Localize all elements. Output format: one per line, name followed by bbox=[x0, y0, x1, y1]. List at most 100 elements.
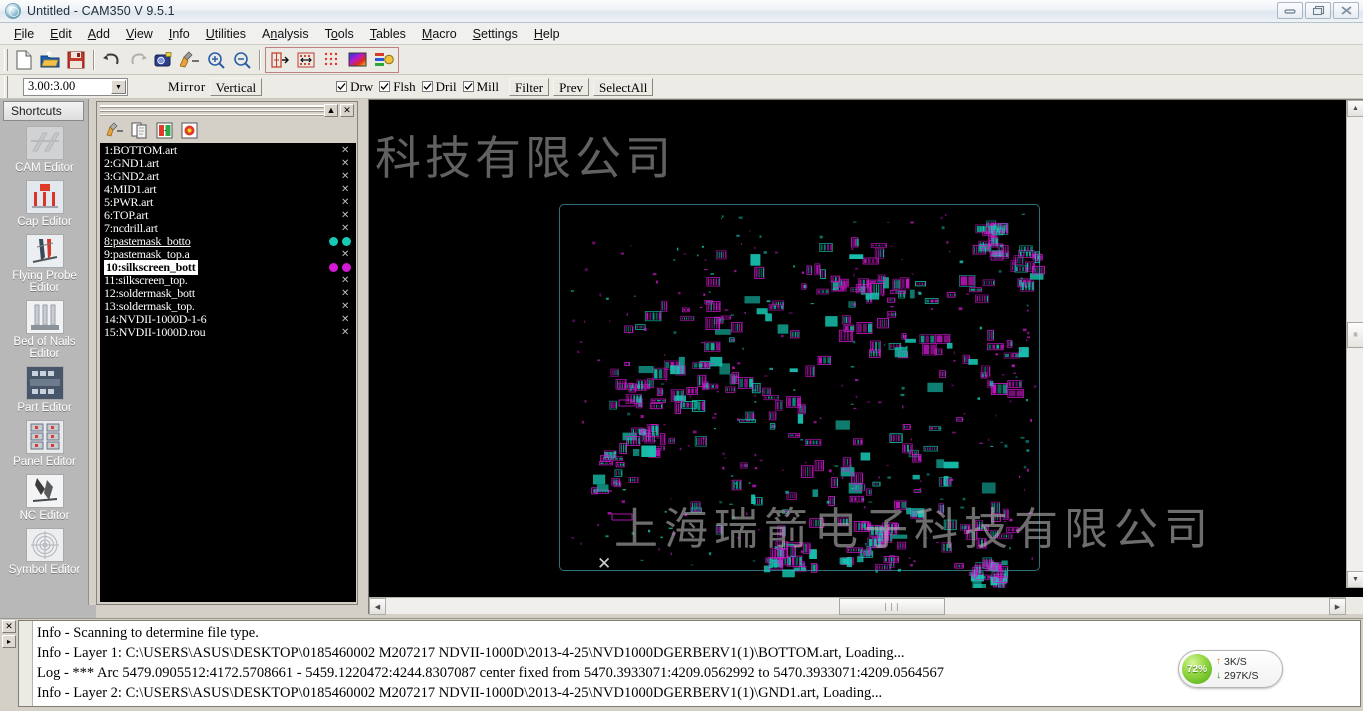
restore-button[interactable] bbox=[1305, 2, 1331, 19]
log-line: Info - Scanning to determine file type. bbox=[37, 625, 259, 641]
filter-button[interactable]: Filter bbox=[508, 77, 550, 96]
upload-rate: 3K/S bbox=[1224, 656, 1247, 668]
sidebar-item-panel-editor[interactable]: Panel Editor bbox=[0, 418, 89, 472]
red-dot-grid-icon[interactable] bbox=[320, 48, 344, 72]
color-spectrum-icon[interactable] bbox=[346, 48, 370, 72]
sidebar-item-label: Symbol Editor bbox=[8, 564, 81, 576]
layer-hidden-icon[interactable]: ✕ bbox=[341, 276, 349, 286]
canvas-horizontal-scrollbar[interactable]: ◀ ||| ▶ bbox=[369, 597, 1346, 615]
camera-query-icon[interactable] bbox=[152, 48, 176, 72]
redo-arrow-icon[interactable] bbox=[126, 48, 150, 72]
layer-hidden-icon[interactable]: ✕ bbox=[341, 198, 349, 208]
sidebar-item-symbol-editor[interactable]: Symbol Editor bbox=[0, 526, 89, 580]
open-folder-icon[interactable] bbox=[38, 48, 62, 72]
menu-item-tables[interactable]: Tables bbox=[362, 25, 414, 43]
checkbox-flsh[interactable]: Flsh bbox=[379, 79, 416, 95]
layer-panel-titlebar[interactable]: ▲ ✕ bbox=[98, 103, 356, 118]
menu-item-analysis[interactable]: Analysis bbox=[254, 25, 317, 43]
menu-item-file[interactable]: File bbox=[6, 25, 42, 43]
menu-item-help[interactable]: Help bbox=[526, 25, 568, 43]
sidebar-item-bed-of-nails-editor[interactable]: Bed of Nails Editor bbox=[0, 298, 89, 364]
layer-hidden-icon[interactable]: ✕ bbox=[341, 250, 349, 260]
layer-panel-restore-button[interactable]: ▲ bbox=[324, 104, 338, 117]
scroll-up-button[interactable]: ▲ bbox=[1347, 100, 1363, 117]
layer-hidden-icon[interactable]: ✕ bbox=[341, 289, 349, 299]
checkbox-mill[interactable]: Mill bbox=[462, 79, 499, 95]
nc-editor-icon bbox=[25, 474, 64, 508]
aperture-size-value: 3.00:3.00 bbox=[28, 79, 76, 93]
canvas-vertical-scrollbar[interactable]: ▲ ≡ ▼ bbox=[1346, 100, 1363, 588]
menu-bar: File Edit Add View Info Utilities Analysis Tool… bbox=[0, 23, 1363, 45]
drill-grid-icon[interactable] bbox=[294, 48, 318, 72]
sidebar-item-part-editor[interactable]: Part Editor bbox=[0, 364, 89, 418]
menu-item-info[interactable]: Info bbox=[161, 25, 198, 43]
layer-panel-grip[interactable] bbox=[100, 105, 324, 116]
prev-button[interactable]: Prev bbox=[553, 77, 589, 96]
scroll-down-button[interactable]: ▼ bbox=[1347, 571, 1363, 588]
new-document-icon[interactable] bbox=[12, 48, 36, 72]
menu-item-view[interactable]: View bbox=[118, 25, 161, 43]
aperture-size-combo[interactable]: 3.00:3.00 ▼ bbox=[23, 77, 128, 96]
vertical-scroll-thumb[interactable]: ≡ bbox=[1347, 322, 1363, 348]
layer-hidden-icon[interactable]: ✕ bbox=[341, 302, 349, 312]
mirror-mode-button[interactable]: Vertical bbox=[209, 77, 263, 96]
log-vertical-scrollbar[interactable] bbox=[19, 621, 33, 706]
magnifier-plus-icon[interactable] bbox=[204, 48, 228, 72]
select-all-button[interactable]: SelectAll bbox=[592, 77, 654, 96]
layer-color-icon[interactable] bbox=[372, 48, 396, 72]
layer-panel-toolbar bbox=[97, 119, 357, 141]
network-percent-badge: 72% bbox=[1182, 654, 1212, 684]
layer-color-swatch-primary[interactable] bbox=[329, 237, 338, 246]
menu-item-utilities[interactable]: Utilities bbox=[198, 25, 254, 43]
horizontal-scroll-thumb[interactable]: ||| bbox=[839, 598, 945, 615]
network-speed-widget[interactable]: 72% ↑ 3K/S ↓ 297K/S bbox=[1178, 650, 1283, 688]
checkbox-drw[interactable]: Drw bbox=[336, 79, 373, 95]
chevron-down-icon[interactable]: ▼ bbox=[111, 79, 126, 94]
menu-item-edit[interactable]: Edit bbox=[42, 25, 80, 43]
delete-layer-icon[interactable] bbox=[180, 121, 200, 140]
minimize-button[interactable] bbox=[1277, 2, 1303, 19]
copy-pages-icon[interactable] bbox=[130, 121, 150, 140]
layer-hidden-icon[interactable]: ✕ bbox=[341, 328, 349, 338]
layer-list[interactable]: 1:BOTTOM.art ✕ 2:GND1.art ✕ 3:GND2.art ✕ 4:MID… bbox=[100, 143, 356, 602]
sidebar-item-cam-editor[interactable]: CAM Editor bbox=[0, 124, 89, 178]
layer-color-swatch-secondary[interactable] bbox=[342, 263, 351, 272]
menu-item-tools[interactable]: Tools bbox=[317, 25, 362, 43]
scroll-left-button[interactable]: ◀ bbox=[369, 598, 386, 615]
menu-item-add[interactable]: Add bbox=[80, 25, 118, 43]
layer-hidden-icon[interactable]: ✕ bbox=[341, 146, 349, 156]
checkbox-dril[interactable]: Dril bbox=[421, 79, 457, 95]
layer-row[interactable]: 15:NVDII-1000D.rou ✕ bbox=[101, 325, 355, 339]
layer-hidden-icon[interactable]: ✕ bbox=[341, 159, 349, 169]
sidebar-item-flying-probe-editor[interactable]: Flying Probe Editor bbox=[0, 232, 89, 298]
log-output[interactable]: Info - Scanning to determine file type. I… bbox=[18, 620, 1361, 707]
merge-layers-icon[interactable] bbox=[155, 121, 175, 140]
floppy-save-icon[interactable] bbox=[64, 48, 88, 72]
magnifier-minus-icon[interactable] bbox=[230, 48, 254, 72]
secondary-toolbar-grip[interactable] bbox=[4, 75, 8, 98]
menu-item-settings[interactable]: Settings bbox=[465, 25, 526, 43]
align-layers-icon[interactable] bbox=[268, 48, 292, 72]
close-button[interactable] bbox=[1333, 2, 1359, 19]
layer-hidden-icon[interactable]: ✕ bbox=[341, 172, 349, 182]
sidebar-item-cap-editor[interactable]: Cap Editor bbox=[0, 178, 89, 232]
undo-arrow-icon[interactable] bbox=[100, 48, 124, 72]
paint-brush-icon[interactable] bbox=[178, 48, 202, 72]
layer-hidden-icon[interactable]: ✕ bbox=[341, 315, 349, 325]
scroll-right-button[interactable]: ▶ bbox=[1329, 598, 1346, 615]
sidebar-item-nc-editor[interactable]: NC Editor bbox=[0, 472, 89, 526]
layer-color-swatch-primary[interactable] bbox=[329, 263, 338, 272]
layer-hidden-icon[interactable]: ✕ bbox=[341, 211, 349, 221]
layer-panel-close-button[interactable]: ✕ bbox=[340, 104, 354, 117]
checkmark-icon bbox=[336, 81, 348, 92]
layer-color-swatch-secondary[interactable] bbox=[342, 237, 351, 246]
layer-hidden-icon[interactable]: ✕ bbox=[341, 185, 349, 195]
menu-item-macro[interactable]: Macro bbox=[414, 25, 465, 43]
paint-brush-icon[interactable] bbox=[105, 121, 125, 140]
sidebar-item-label: Bed of Nails Editor bbox=[13, 336, 76, 360]
layer-hidden-icon[interactable]: ✕ bbox=[341, 224, 349, 234]
toolbar-grip[interactable] bbox=[4, 48, 8, 71]
pcb-canvas[interactable]: 上海瑞箭电子科技有限公司 上海瑞箭电子科技有限公司 ✕ bbox=[369, 100, 1346, 588]
log-close-button[interactable]: ✕ bbox=[2, 620, 16, 633]
log-scroll-button[interactable]: ▸ bbox=[2, 635, 16, 648]
